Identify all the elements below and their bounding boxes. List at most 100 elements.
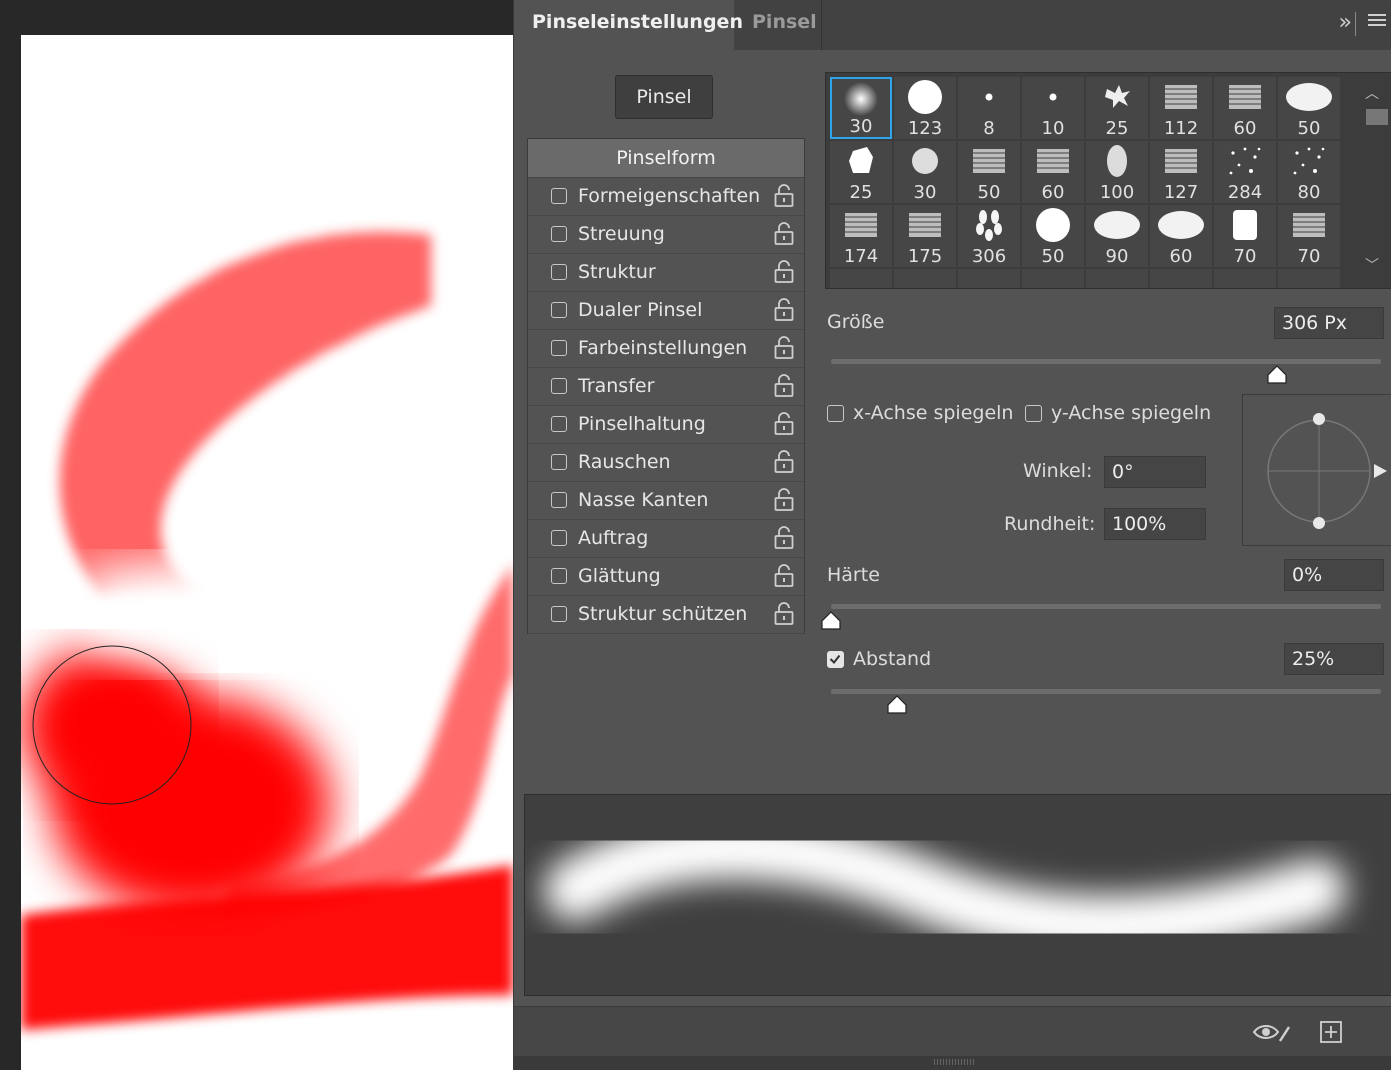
- flip-y-checkbox[interactable]: [1025, 405, 1042, 422]
- brush-preset-partial[interactable]: [958, 269, 1020, 288]
- tab-brush[interactable]: Pinsel: [734, 0, 822, 50]
- brush-preset[interactable]: 306: [958, 205, 1020, 267]
- spacing-input[interactable]: 25%: [1284, 643, 1384, 675]
- option-checkbox[interactable]: [551, 606, 567, 622]
- option-checkbox[interactable]: [551, 226, 567, 242]
- size-slider-thumb[interactable]: [1266, 364, 1288, 386]
- option-checkbox[interactable]: [551, 568, 567, 584]
- lock-icon[interactable]: [774, 336, 794, 360]
- option-checkbox[interactable]: [551, 454, 567, 470]
- option-row[interactable]: Glättung: [528, 558, 804, 596]
- eye-brush-icon[interactable]: [1252, 1021, 1292, 1043]
- tab-brush-settings[interactable]: Pinseleinstellungen: [514, 0, 743, 50]
- chevron-up-icon[interactable]: ︿: [1365, 83, 1379, 103]
- option-row[interactable]: Transfer: [528, 368, 804, 406]
- option-row[interactable]: Formeigenschaften: [528, 178, 804, 216]
- brush-preset[interactable]: 284: [1214, 141, 1276, 203]
- option-row[interactable]: Nasse Kanten: [528, 482, 804, 520]
- brush-preset[interactable]: 25: [1086, 77, 1148, 139]
- resize-grip-icon[interactable]: [934, 1059, 974, 1065]
- lock-icon[interactable]: [774, 260, 794, 284]
- option-checkbox[interactable]: [551, 378, 567, 394]
- brush-preset[interactable]: 60: [1150, 205, 1212, 267]
- brush-preset[interactable]: 70: [1214, 205, 1276, 267]
- brush-preset-partial[interactable]: [1086, 269, 1148, 288]
- size-slider-track[interactable]: [831, 359, 1381, 364]
- double-chevron-right-icon[interactable]: »: [1339, 10, 1352, 35]
- option-checkbox[interactable]: [551, 264, 567, 280]
- brush-preset[interactable]: 112: [1150, 77, 1212, 139]
- brush-preset-partial[interactable]: [1214, 269, 1276, 288]
- lock-icon[interactable]: [774, 488, 794, 512]
- brush-preset[interactable]: 100: [1086, 141, 1148, 203]
- option-row[interactable]: Pinselhaltung: [528, 406, 804, 444]
- brush-preset[interactable]: 8: [958, 77, 1020, 139]
- brush-preset[interactable]: 50: [1022, 205, 1084, 267]
- flip-x-checkbox[interactable]: [827, 405, 844, 422]
- lock-icon[interactable]: [774, 374, 794, 398]
- brush-button[interactable]: Pinsel: [615, 75, 713, 119]
- lock-icon[interactable]: [774, 222, 794, 246]
- preset-scrollbar[interactable]: ︿ ﹀: [1355, 73, 1391, 288]
- brush-preset-partial[interactable]: [894, 269, 956, 288]
- lock-icon[interactable]: [774, 564, 794, 588]
- roundness-handle-bottom[interactable]: [1313, 517, 1325, 529]
- panel-resize-strip[interactable]: [514, 1056, 1391, 1070]
- brush-preset[interactable]: 175: [894, 205, 956, 267]
- brush-preset[interactable]: 70: [1278, 205, 1340, 267]
- new-preset-icon[interactable]: [1320, 1021, 1342, 1043]
- lock-icon[interactable]: [774, 526, 794, 550]
- brush-preset[interactable]: 50: [1278, 77, 1340, 139]
- brush-preset[interactable]: 25: [830, 141, 892, 203]
- angle-arrow-icon[interactable]: [1374, 464, 1387, 478]
- lock-icon[interactable]: [774, 602, 794, 626]
- option-row[interactable]: Struktur: [528, 254, 804, 292]
- angle-roundness-widget[interactable]: [1242, 394, 1391, 546]
- lock-icon[interactable]: [774, 298, 794, 322]
- option-checkbox[interactable]: [551, 416, 567, 432]
- brush-preset[interactable]: 30: [830, 77, 892, 139]
- option-row[interactable]: Struktur schützen: [528, 596, 804, 634]
- option-checkbox[interactable]: [551, 340, 567, 356]
- option-checkbox[interactable]: [551, 530, 567, 546]
- brush-preset[interactable]: 10: [1022, 77, 1084, 139]
- spacing-checkbox[interactable]: [827, 651, 844, 668]
- option-checkbox[interactable]: [551, 492, 567, 508]
- option-row[interactable]: Rauschen: [528, 444, 804, 482]
- brush-preset[interactable]: 90: [1086, 205, 1148, 267]
- chevron-down-icon[interactable]: ﹀: [1365, 255, 1379, 275]
- option-row[interactable]: Auftrag: [528, 520, 804, 558]
- roundness-handle-top[interactable]: [1313, 413, 1325, 425]
- spacing-slider-track[interactable]: [831, 689, 1381, 694]
- brush-preset[interactable]: 60: [1214, 77, 1276, 139]
- angle-input[interactable]: 0°: [1104, 456, 1206, 488]
- brush-preset[interactable]: 174: [830, 205, 892, 267]
- brush-preset[interactable]: 127: [1150, 141, 1212, 203]
- option-row[interactable]: Dualer Pinsel: [528, 292, 804, 330]
- hardness-slider-track[interactable]: [831, 604, 1381, 609]
- brush-preset[interactable]: 80: [1278, 141, 1340, 203]
- brush-preset-partial[interactable]: [1022, 269, 1084, 288]
- brush-preset[interactable]: 123: [894, 77, 956, 139]
- lock-icon[interactable]: [774, 184, 794, 208]
- size-input[interactable]: 306 Px: [1274, 307, 1384, 339]
- brush-preset[interactable]: 50: [958, 141, 1020, 203]
- option-row[interactable]: Farbeinstellungen: [528, 330, 804, 368]
- lock-icon[interactable]: [774, 412, 794, 436]
- option-checkbox[interactable]: [551, 188, 567, 204]
- option-row[interactable]: Streuung: [528, 216, 804, 254]
- hardness-input[interactable]: 0%: [1284, 559, 1384, 591]
- option-brush-tip-shape[interactable]: Pinselform: [528, 139, 804, 178]
- brush-preset-partial[interactable]: [830, 269, 892, 288]
- brush-preset-partial[interactable]: [1278, 269, 1340, 288]
- hamburger-menu-icon[interactable]: [1368, 14, 1386, 30]
- hardness-slider-thumb[interactable]: [820, 610, 842, 632]
- option-checkbox[interactable]: [551, 302, 567, 318]
- spacing-slider-thumb[interactable]: [886, 694, 908, 716]
- scroll-thumb[interactable]: [1366, 109, 1388, 125]
- brush-preset[interactable]: 30: [894, 141, 956, 203]
- roundness-input[interactable]: 100%: [1104, 508, 1206, 540]
- brush-preset-partial[interactable]: [1150, 269, 1212, 288]
- document-canvas[interactable]: [21, 35, 513, 1070]
- brush-preset[interactable]: 60: [1022, 141, 1084, 203]
